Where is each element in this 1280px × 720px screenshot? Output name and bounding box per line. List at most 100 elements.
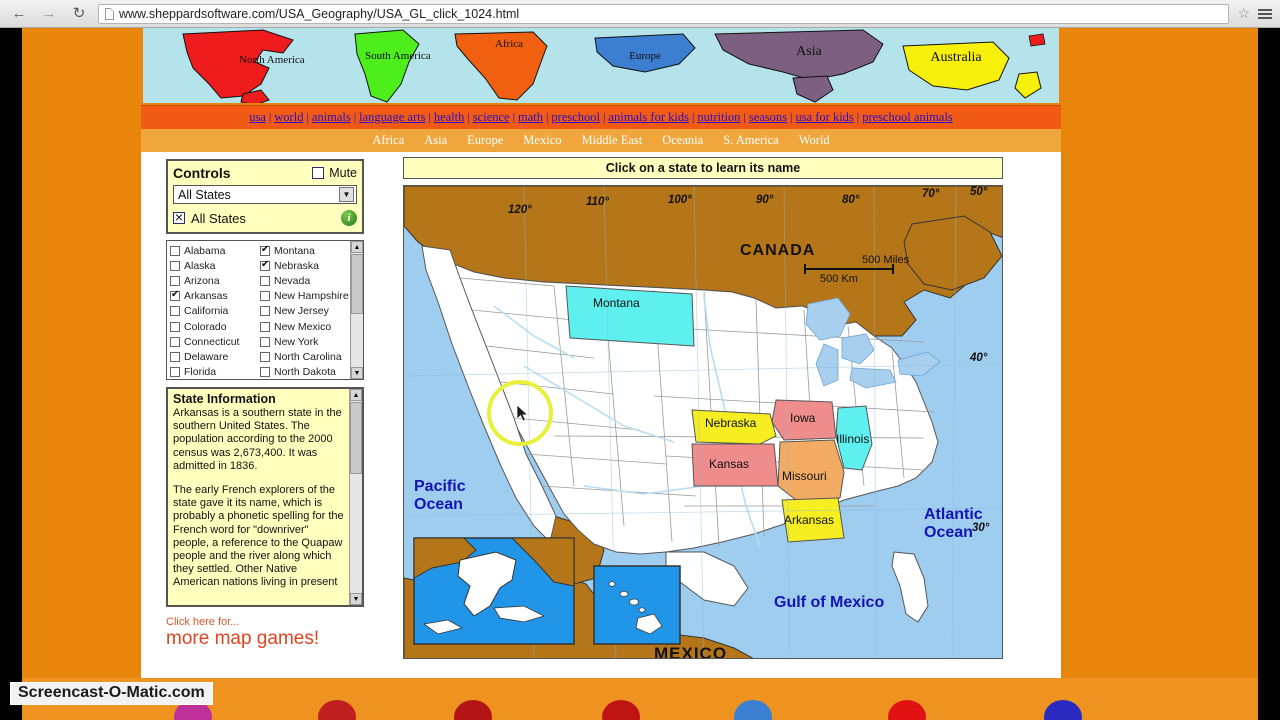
list-item[interactable]: Alaska [170,258,260,273]
nav2-item-oceania[interactable]: Oceania [662,133,703,148]
state-name: Delaware [184,350,229,363]
state-checkbox-arkansas[interactable] [170,288,180,302]
state-list-columns: Alabama Alaska Arizona Arkansas Californ… [167,241,350,379]
more-map-games-link[interactable]: Click here for... more map games! [166,616,364,650]
state-name: Colorado [184,320,227,333]
state-checkbox-nevada[interactable] [260,275,270,286]
list-item[interactable]: Delaware [170,349,260,364]
state-checkbox-alaska[interactable] [170,260,180,271]
list-item[interactable]: Arkansas [170,288,260,304]
state-checkbox-north-carolina[interactable] [260,351,270,362]
state-checkbox-list[interactable]: Alabama Alaska Arizona Arkansas Californ… [166,240,364,380]
scroll-down-icon[interactable]: ▼ [350,593,362,605]
nav-link-language-arts[interactable]: language arts [358,110,426,125]
list-item[interactable]: California [170,304,260,319]
nav2-item-middle-east[interactable]: Middle East [581,133,642,148]
nav2-item-world[interactable]: World [799,133,830,148]
state-checkbox-delaware[interactable] [170,351,180,362]
state-list-scroll-thumb[interactable] [351,254,363,314]
state-checkbox-alabama[interactable] [170,245,180,256]
scroll-down-icon[interactable]: ▼ [351,367,363,379]
world-map-banner: North America South America Africa Europ… [141,28,1061,105]
continent-label-asia: Asia [796,44,822,59]
forward-arrow-icon[interactable]: → [38,3,60,25]
nav2-item-africa[interactable]: Africa [372,133,404,148]
state-checkbox-north-dakota[interactable] [260,367,270,378]
state-select-dropdown[interactable]: All States ▼ [173,185,357,204]
nav-link-nutrition[interactable]: nutrition [696,110,741,125]
thumbnail-ball[interactable] [602,700,640,720]
bookmark-star-icon[interactable]: ☆ [1237,5,1250,22]
list-item[interactable]: Connecticut [170,334,260,349]
list-item[interactable]: North Dakota [260,365,350,380]
usa-map[interactable]: 120° 110° 100° 90° 80° 70° 50° 40° 30° C… [403,185,1003,659]
state-checkbox-connecticut[interactable] [170,336,180,347]
nav2-item-europe[interactable]: Europe [467,133,503,148]
state-checkbox-arizona[interactable] [170,275,180,286]
nav-link-math[interactable]: math [517,110,544,125]
mute-toggle[interactable]: Mute [312,166,357,180]
info-icon[interactable]: i [341,210,357,226]
thumbnail-ball[interactable] [888,700,926,720]
controls-panel: Controls Mute All States ▼ All States i [166,159,364,234]
list-item[interactable]: New Hampshire [260,289,350,304]
list-item[interactable]: Alabama [170,243,260,258]
state-checkbox-florida[interactable] [170,367,180,378]
chevron-down-icon[interactable]: ▼ [339,187,354,202]
url-text: www.sheppardsoftware.com/USA_Geography/U… [119,6,520,21]
hamburger-menu-icon[interactable] [1258,8,1272,19]
continent-label-europe: Europe [629,50,661,62]
nav-link-seasons[interactable]: seasons [748,110,788,125]
nav-link-animals[interactable]: animals [311,110,352,125]
continent-label-australia: Australia [930,50,982,65]
state-checkbox-new-jersey[interactable] [260,306,270,317]
list-item[interactable]: Nevada [260,273,350,288]
back-arrow-icon[interactable]: ← [8,3,30,25]
state-checkbox-new-hampshire[interactable] [260,291,270,302]
list-item[interactable]: Montana [260,243,350,258]
state-checkbox-colorado[interactable] [170,321,180,332]
list-item[interactable]: Colorado [170,319,260,334]
state-checkbox-new-york[interactable] [260,336,270,347]
list-item[interactable]: New York [260,334,350,349]
reload-icon[interactable]: ↻ [68,3,90,25]
state-checkbox-new-mexico[interactable] [260,321,270,332]
all-states-checkbox[interactable] [173,209,185,225]
thumbnail-ball[interactable] [734,700,772,720]
state-checkbox-montana[interactable] [260,243,270,257]
nav2-item-asia[interactable]: Asia [424,133,447,148]
list-item[interactable]: New Jersey [260,304,350,319]
nav2-item-s-america[interactable]: S. America [723,133,779,148]
longitude-label-120: 120° [508,204,532,216]
list-item[interactable]: Arizona [170,273,260,288]
list-item[interactable]: North Carolina [260,349,350,364]
list-item[interactable]: New Mexico [260,319,350,334]
state-checkbox-california[interactable] [170,306,180,317]
scroll-up-icon[interactable]: ▲ [350,389,362,401]
thumbnail-ball[interactable] [1044,700,1082,720]
thumbnail-ball[interactable] [318,700,356,720]
nav-link-preschool[interactable]: preschool [550,110,601,125]
mute-checkbox[interactable] [312,167,325,179]
all-states-row[interactable]: All States i [173,209,357,227]
thumbnail-ball[interactable] [454,700,492,720]
continent-label-south-america: South America [365,50,431,62]
list-item[interactable]: Florida [170,365,260,380]
nav-link-world[interactable]: world [273,110,304,125]
nav-link-usa[interactable]: usa [248,110,267,125]
nav-link-health[interactable]: health [433,110,466,125]
scroll-up-icon[interactable]: ▲ [351,241,363,253]
state-information-scroll-thumb[interactable] [350,402,362,474]
nav-link-preschool-animals[interactable]: preschool animals [861,110,954,125]
nav-link-science[interactable]: science [472,110,511,125]
list-item[interactable]: Nebraska [260,258,350,273]
state-name: North Dakota [274,366,336,379]
map-column: Click on a state to learn its name 120° … [403,157,1003,659]
usa-map-graphic[interactable] [404,186,1003,659]
address-bar[interactable]: www.sheppardsoftware.com/USA_Geography/U… [98,3,1230,24]
nav-link-usa-for-kids[interactable]: usa for kids [794,110,854,125]
state-name: New York [274,335,319,348]
nav2-item-mexico[interactable]: Mexico [523,133,561,148]
nav-link-animals-for-kids[interactable]: animals for kids [607,110,690,125]
state-checkbox-nebraska[interactable] [260,258,270,272]
